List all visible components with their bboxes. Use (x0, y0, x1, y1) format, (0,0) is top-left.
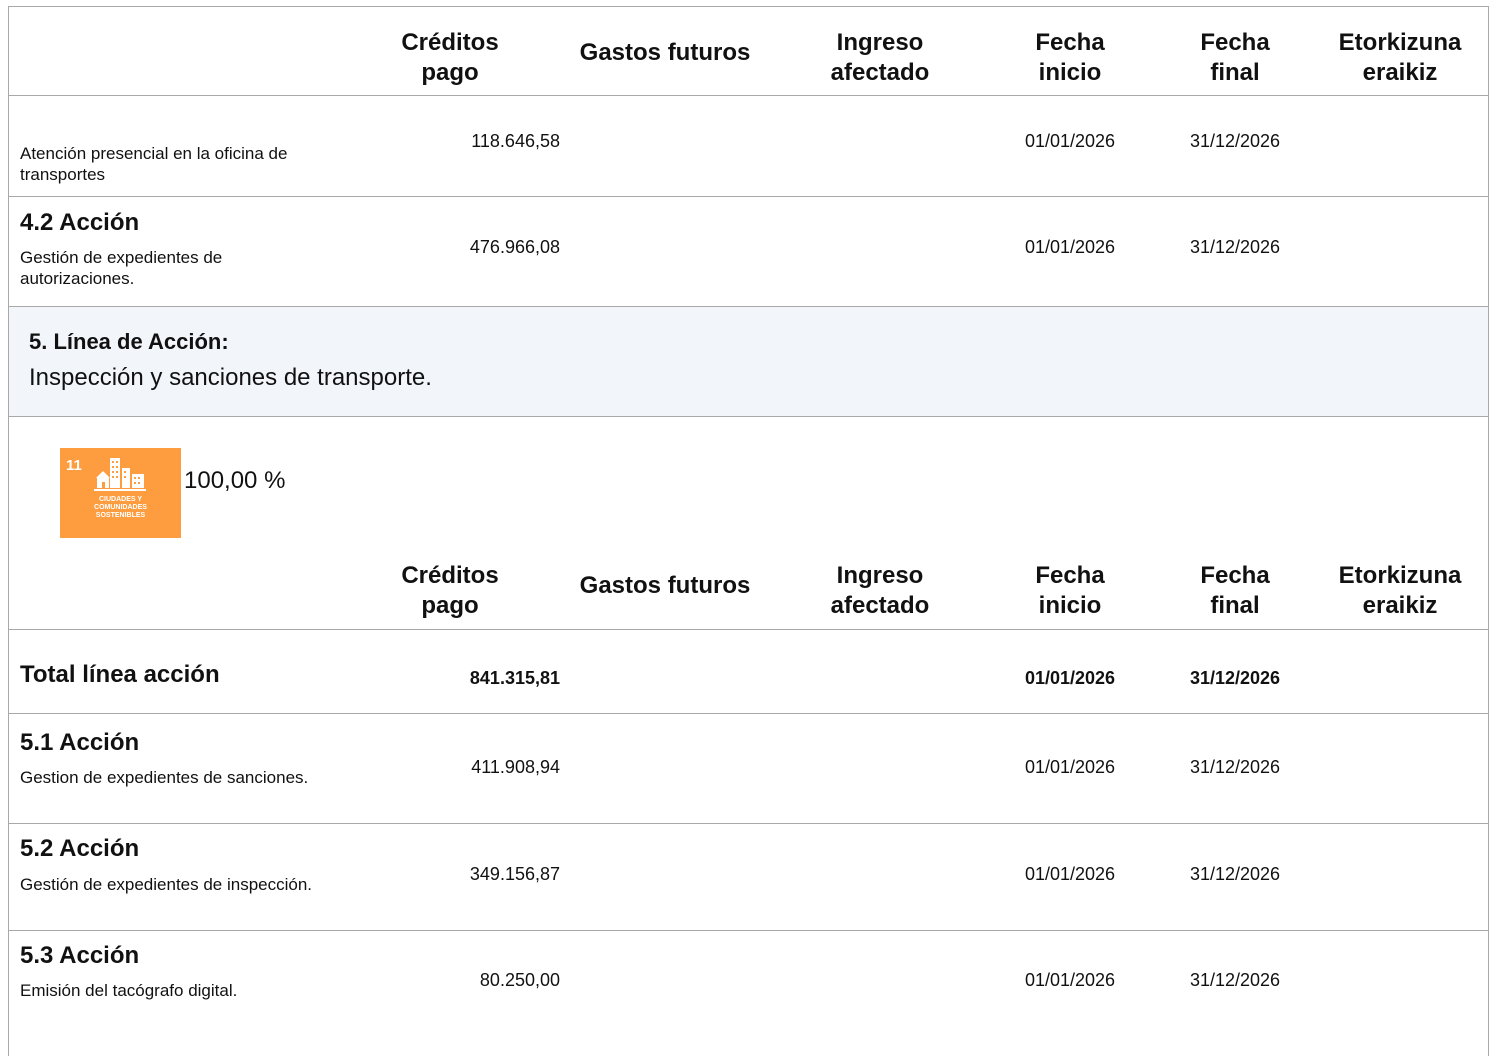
creditos-value: 476.966,08 (469, 237, 560, 257)
action-title: 5.2 Acción (20, 835, 140, 862)
divider (8, 196, 1489, 197)
creditos-value: 349.156,87 (469, 864, 560, 884)
total-fecha-inicio-value: 01/01/2026 (1024, 668, 1116, 688)
total-fecha-final-value: 31/12/2026 (1189, 668, 1281, 688)
creditos-value: 411.908,94 (471, 757, 560, 777)
fecha-inicio-value: 01/01/2026 (1024, 237, 1116, 257)
linea-accion-section: 5. Línea de Acción: Inspección y sancion… (8, 306, 1489, 417)
fecha-inicio-value: 01/01/2026 (1024, 131, 1116, 151)
header-etorkizuna-eraikiz: Etorkizuna eraikiz (1338, 29, 1462, 86)
city-buildings-icon (94, 458, 146, 491)
fecha-inicio-value: 01/01/2026 (1024, 757, 1116, 777)
header-ingreso-afectado: Ingreso afectado (830, 562, 930, 619)
divider (8, 95, 1489, 96)
ods-11-badge: 11 CIUDADES Y COMUNIDADES SOSTENIBLES (60, 448, 181, 538)
fecha-final-value: 31/12/2026 (1189, 970, 1281, 990)
divider (8, 629, 1489, 630)
fecha-final-value: 31/12/2026 (1189, 237, 1281, 257)
action-title: 5.1 Acción (20, 729, 140, 756)
divider (8, 823, 1489, 824)
header-ingreso-afectado: Ingreso afectado (830, 29, 930, 86)
creditos-value: 118.646,58 (471, 131, 560, 151)
header-fecha-inicio: Fecha inicio (1035, 29, 1105, 86)
header-fecha-inicio: Fecha inicio (1035, 562, 1105, 619)
linea-accion-title: 5. Línea de Acción: (29, 329, 229, 354)
action-description: Atención presencial en la oficina de tra… (20, 144, 288, 184)
header-creditos-pago: Créditos pago (401, 562, 499, 619)
header-gastos-futuros: Gastos futuros (579, 572, 751, 599)
divider (8, 930, 1489, 931)
header-fecha-final: Fecha final (1200, 29, 1270, 86)
total-label: Total línea acción (20, 661, 220, 688)
fecha-inicio-value: 01/01/2026 (1024, 864, 1116, 884)
action-description: Gestión de expedientes de autorizaciones… (20, 248, 223, 288)
fecha-final-value: 31/12/2026 (1189, 757, 1281, 777)
creditos-value: 80.250,00 (479, 970, 560, 990)
header-gastos-futuros: Gastos futuros (579, 39, 751, 66)
fecha-final-value: 31/12/2026 (1189, 864, 1281, 884)
action-description: Gestión de expedientes de inspección. (20, 875, 313, 894)
header-fecha-final: Fecha final (1200, 562, 1270, 619)
total-creditos-value: 841.315,81 (469, 668, 560, 688)
action-title: 5.3 Acción (20, 942, 140, 969)
ods-percentage: 100,00 % (184, 467, 286, 494)
fecha-final-value: 31/12/2026 (1189, 131, 1281, 151)
header-creditos-pago: Créditos pago (401, 29, 499, 86)
action-description: Gestion de expedientes de sanciones. (20, 768, 309, 787)
ods-label: CIUDADES Y COMUNIDADES SOSTENIBLES (94, 496, 147, 519)
action-description: Emisión del tacógrafo digital. (20, 981, 238, 1000)
linea-accion-description: Inspección y sanciones de transporte. (29, 364, 432, 391)
action-title: 4.2 Acción (20, 209, 140, 236)
header-etorkizuna-eraikiz: Etorkizuna eraikiz (1338, 562, 1462, 619)
fecha-inicio-value: 01/01/2026 (1024, 970, 1116, 990)
divider (8, 713, 1489, 714)
ods-number: 11 (66, 457, 82, 474)
